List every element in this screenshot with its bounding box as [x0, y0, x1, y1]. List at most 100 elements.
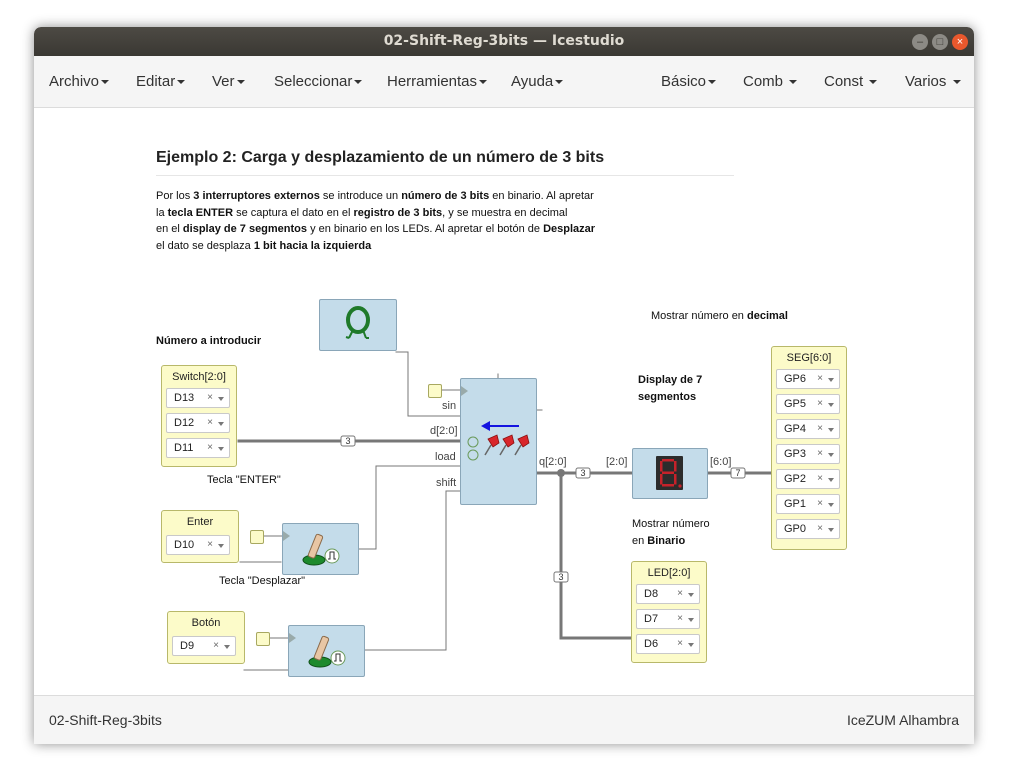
pin-select[interactable]: D11 ×: [166, 438, 230, 458]
clear-icon: ×: [817, 473, 823, 484]
caret-down-icon: [789, 80, 798, 85]
menu-ver[interactable]: Ver: [212, 56, 245, 107]
dropdown-arrow-icon: [828, 403, 834, 407]
dropdown-arrow-icon: [828, 503, 834, 507]
dropdown-arrow-icon: [688, 643, 694, 647]
pin-select[interactable]: D13 ×: [166, 388, 230, 408]
menu-label: Archivo: [49, 73, 100, 90]
shift-left-icon: [467, 421, 530, 461]
pin-select[interactable]: GP4 ×: [776, 419, 840, 439]
menu-bar: Archivo Editar Ver Seleccionar Herramien…: [34, 56, 974, 108]
bus-badge-seg: 7: [730, 467, 746, 479]
led-output-block[interactable]: LED[2:0] D8 × D7 × D6 ×: [631, 561, 707, 663]
menu-editar[interactable]: Editar: [136, 56, 186, 107]
pin-select[interactable]: D7 ×: [636, 609, 700, 629]
pin-select[interactable]: GP3 ×: [776, 444, 840, 464]
dropdown-arrow-icon: [688, 618, 694, 622]
menu-ayuda[interactable]: Ayuda: [511, 56, 564, 107]
menu-basico[interactable]: Básico: [661, 56, 717, 107]
seven-segment-decoder-block[interactable]: [632, 448, 708, 499]
menu-label: Varios: [905, 73, 947, 90]
clear-icon: ×: [817, 498, 823, 509]
led-bus-wire: [559, 471, 634, 640]
port-q: q[2:0]: [539, 456, 567, 468]
enter-clock-input[interactable]: [250, 530, 264, 544]
menu-comb[interactable]: Comb: [743, 56, 798, 107]
pin-select[interactable]: D8 ×: [636, 584, 700, 604]
menu-archivo[interactable]: Archivo: [49, 56, 110, 107]
minimize-button[interactable]: –: [912, 34, 928, 50]
enter-button-block[interactable]: [282, 523, 359, 575]
page-heading: Ejemplo 2: Carga y desplazamiento de un …: [156, 149, 605, 166]
port-load: load: [435, 451, 456, 463]
maximize-button[interactable]: □: [932, 34, 948, 50]
shift-button-block[interactable]: [288, 625, 365, 677]
decoder-input-label: [2:0]: [606, 456, 628, 468]
dropdown-arrow-icon: [828, 453, 834, 457]
enter-input-block[interactable]: Enter D10 ×: [161, 510, 239, 563]
pin-select[interactable]: D6 ×: [636, 634, 700, 654]
shift-wire: [362, 490, 461, 651]
caret-down-icon: [952, 80, 961, 85]
dropdown-arrow-icon: [224, 645, 230, 649]
title-bar: 02-Shift-Reg-3bits — Icestudio – □ ×: [34, 27, 974, 56]
svg-text:7: 7: [735, 468, 740, 478]
close-button[interactable]: ×: [952, 34, 968, 50]
register-clock-input[interactable]: [428, 384, 442, 398]
switch-input-block[interactable]: Switch[2:0] D13 × D12 × D11 ×: [161, 365, 237, 467]
port-d: d[2:0]: [430, 425, 458, 437]
pin-select[interactable]: D9 ×: [172, 636, 236, 656]
status-project-name: 02-Shift-Reg-3bits: [49, 712, 162, 728]
clear-icon: ×: [817, 373, 823, 384]
bus-junction: [557, 469, 565, 477]
note-show-binary: Mostrar número en Binario: [632, 518, 710, 547]
menu-label: Ayuda: [511, 73, 554, 90]
clear-icon: ×: [677, 588, 683, 599]
bus-badge-q: 3: [575, 467, 591, 479]
caret-down-icon: [869, 80, 878, 85]
clear-icon: ×: [817, 423, 823, 434]
status-board-name[interactable]: IceZUM Alhambra: [847, 696, 959, 744]
pin-select[interactable]: GP2 ×: [776, 469, 840, 489]
caret-down-icon: [101, 80, 110, 85]
menu-seleccionar[interactable]: Seleccionar: [274, 56, 363, 107]
pin-select[interactable]: GP0 ×: [776, 519, 840, 539]
menu-const[interactable]: Const: [824, 56, 878, 107]
clear-icon: ×: [817, 448, 823, 459]
clear-icon: ×: [207, 392, 213, 403]
menu-label: Seleccionar: [274, 73, 353, 90]
window-title: 02-Shift-Reg-3bits — Icestudio: [383, 33, 625, 49]
pin-select[interactable]: D10 ×: [166, 535, 230, 555]
shift-register-block[interactable]: [460, 378, 537, 505]
seg-output-block[interactable]: SEG[6:0] GP6 × GP5 × GP4 × GP3 × GP2 × GP1 × G…: [771, 346, 847, 550]
port-sin: sin: [442, 400, 457, 412]
dropdown-arrow-icon: [218, 397, 224, 401]
pin-select[interactable]: D12 ×: [166, 413, 230, 433]
menu-label: Ver: [212, 73, 235, 90]
pin-select[interactable]: GP6 ×: [776, 369, 840, 389]
menu-label: Básico: [661, 73, 707, 90]
heading-divider: [156, 175, 734, 176]
seg-label: SEG[6:0]: [786, 352, 832, 364]
boton-input-block[interactable]: Botón D9 ×: [167, 611, 245, 664]
pin-select[interactable]: GP5 ×: [776, 394, 840, 414]
push-button-icon: [302, 533, 340, 566]
zero-bit-icon: [345, 306, 370, 339]
caret-down-icon: [555, 80, 564, 85]
svg-text:3: 3: [558, 572, 563, 582]
switch-label: Switch[2:0]: [172, 371, 226, 383]
design-canvas[interactable]: 3 3 7 3 Ejemplo 2: Carga y desplazamient…: [34, 108, 974, 695]
zero-constant-block[interactable]: [319, 299, 397, 351]
menu-label: Herramientas: [387, 73, 478, 90]
caret-down-icon: [479, 80, 488, 85]
enter-label: Enter: [186, 516, 214, 528]
boton-clock-input[interactable]: [256, 632, 270, 646]
menu-herramientas[interactable]: Herramientas: [387, 56, 488, 107]
clock-triangle-icon: [289, 633, 296, 643]
menu-varios[interactable]: Varios: [905, 56, 961, 107]
clock-triangle-icon: [461, 386, 468, 396]
bus-badge-switch: 3: [340, 435, 356, 447]
pin-select[interactable]: GP1 ×: [776, 494, 840, 514]
caret-down-icon: [708, 80, 717, 85]
status-bar: 02-Shift-Reg-3bits IceZUM Alhambra: [34, 695, 974, 744]
